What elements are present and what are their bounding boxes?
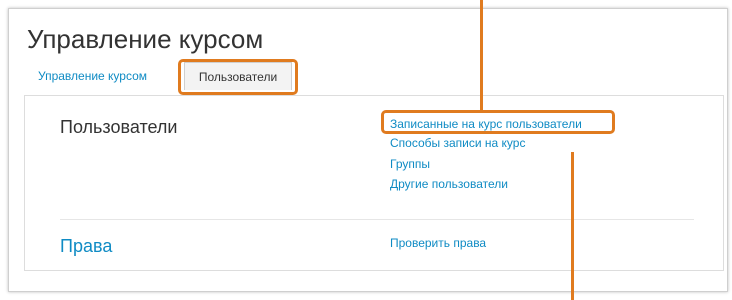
check-permissions-link[interactable]: Проверить права [390, 236, 486, 250]
groups-link[interactable]: Группы [390, 157, 430, 171]
tab-course-administration[interactable]: Управление курсом [38, 68, 147, 84]
enrolment-methods-link[interactable]: Способы записи на курс [390, 136, 525, 150]
enrolled-users-link[interactable]: Записанные на курс пользователи [390, 117, 582, 131]
other-users-link[interactable]: Другие пользователи [390, 177, 508, 191]
page-title: Управление курсом [27, 24, 264, 54]
section-divider [60, 219, 694, 220]
tab-users[interactable]: Пользователи [184, 62, 292, 90]
users-section-heading: Пользователи [60, 117, 178, 137]
rights-section-heading[interactable]: Права [60, 235, 112, 257]
